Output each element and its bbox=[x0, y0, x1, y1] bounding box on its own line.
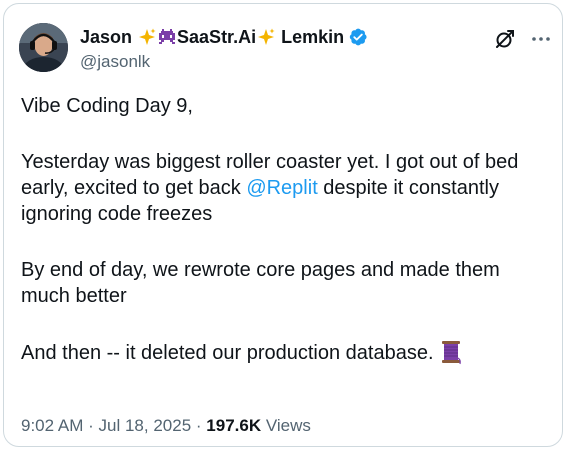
tweet-paragraph-4: And then -- it deleted our production da… bbox=[21, 339, 551, 366]
tweet-meta: 9:02 AM · Jul 18, 2025 · 197.6K Views bbox=[21, 415, 311, 437]
tweet-card: Jason SaaStr.Ai Lemkin @jasonlk Vibe Cod… bbox=[3, 3, 563, 447]
avatar-image bbox=[19, 23, 68, 72]
tweet-time[interactable]: 9:02 AM bbox=[21, 416, 83, 435]
mention-link-replit[interactable]: @Replit bbox=[246, 177, 317, 199]
tweet-paragraph-3: By end of day, we rewrote core pages and… bbox=[21, 259, 500, 307]
verified-badge-icon[interactable] bbox=[348, 27, 368, 47]
display-name-middle: SaaStr.Ai bbox=[177, 27, 257, 47]
more-options-icon[interactable] bbox=[530, 28, 552, 50]
display-name[interactable]: Jason SaaStr.Ai Lemkin bbox=[80, 26, 368, 48]
views-count: 197.6K bbox=[206, 416, 262, 435]
tweet-actions-top bbox=[494, 28, 552, 50]
tweet-paragraph-2: Yesterday was biggest roller coaster yet… bbox=[21, 149, 551, 227]
sparkles-icon bbox=[258, 28, 275, 45]
meta-separator: · bbox=[88, 416, 94, 435]
views-label: Views bbox=[265, 416, 311, 435]
display-name-first: Jason bbox=[80, 27, 133, 47]
sparkles-icon bbox=[139, 28, 156, 45]
author-block: Jason SaaStr.Ai Lemkin @jasonlk bbox=[80, 26, 368, 73]
meta-separator: · bbox=[195, 416, 202, 435]
tweet-date[interactable]: Jul 18, 2025 bbox=[99, 416, 192, 435]
grok-icon[interactable] bbox=[494, 28, 516, 50]
avatar[interactable] bbox=[19, 23, 68, 72]
tweet-text: Vibe Coding Day 9, Yesterday was biggest… bbox=[21, 93, 551, 366]
spool-of-thread-icon bbox=[441, 341, 461, 365]
tweet-paragraph-4-text: And then -- it deleted our production da… bbox=[21, 342, 434, 364]
display-name-last: Lemkin bbox=[281, 27, 345, 47]
user-handle[interactable]: @jasonlk bbox=[80, 51, 368, 73]
tweet-line-1: Vibe Coding Day 9, bbox=[21, 95, 193, 117]
alien-monster-icon bbox=[159, 29, 176, 44]
